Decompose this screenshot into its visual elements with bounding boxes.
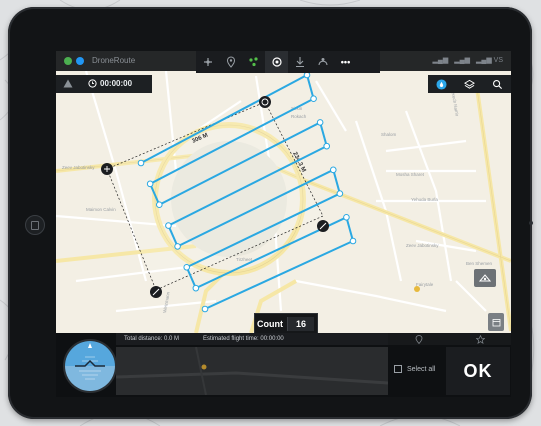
- select-all-checkbox[interactable]: Select all: [394, 365, 435, 373]
- signal-indicators: ▂▄▆ ▂▄▆ ▂▄▆ VS: [433, 56, 503, 64]
- ok-button[interactable]: OK: [446, 347, 510, 395]
- orbit-icon[interactable]: [311, 51, 334, 73]
- target-scan-icon[interactable]: [265, 51, 288, 73]
- waypoint-marker[interactable]: [323, 142, 331, 150]
- svg-text:Mosha Sharet: Mosha Sharet: [396, 172, 425, 177]
- waypoint-marker[interactable]: [310, 95, 317, 103]
- waypoint-marker[interactable]: [343, 213, 350, 221]
- svg-text:Zeev Jabotinsky: Zeev Jabotinsky: [62, 165, 95, 170]
- search-icon[interactable]: [492, 79, 503, 90]
- clock-icon: [88, 79, 97, 90]
- rotate-handle[interactable]: [259, 96, 271, 108]
- locate-drone-button[interactable]: [474, 269, 496, 287]
- water-drop-icon[interactable]: [436, 78, 447, 90]
- waypoint-pin-tab[interactable]: [388, 333, 450, 345]
- warning-icon[interactable]: [63, 79, 73, 90]
- map-view[interactable]: Zeev Jabotinsky Zeev Jabotinsky Ben Shem…: [56, 51, 511, 333]
- signal-1: ▂▄▆: [432, 57, 449, 64]
- map-tools: [428, 75, 511, 93]
- svg-text:Yehuda Burla: Yehuda Burla: [411, 197, 438, 202]
- waypoint-marker[interactable]: [329, 166, 337, 174]
- resize-handle-right[interactable]: [317, 220, 329, 232]
- svg-text:Shalom: Shalom: [381, 132, 397, 137]
- mission-toolbar: •••: [196, 51, 380, 73]
- signal-3: ▂▄▆ VS: [475, 57, 503, 64]
- timer-value: 00:00:00: [100, 79, 133, 88]
- home-button[interactable]: [25, 215, 45, 235]
- waypoint-cluster-icon[interactable]: [242, 51, 265, 73]
- checkbox-icon: [394, 365, 402, 373]
- svg-text:Maimon Calvin: Maimon Calvin: [86, 207, 116, 212]
- waypoint-marker[interactable]: [174, 243, 181, 250]
- calendar-icon: [492, 318, 500, 326]
- drone-locate-icon: [479, 274, 491, 282]
- waypoint-marker[interactable]: [165, 222, 172, 229]
- flight-time: Estimated flight time: 00:00:00: [203, 336, 284, 342]
- waypoint-marker[interactable]: [146, 180, 154, 188]
- camera-icon: [529, 221, 533, 225]
- calendar-button[interactable]: [488, 313, 504, 331]
- svg-text:Fairytale: Fairytale: [416, 282, 434, 287]
- pin-icon: [415, 334, 423, 344]
- svg-text:Tirzheet: Tirzheet: [236, 257, 253, 262]
- signal-2: ▂▄▆: [454, 57, 470, 64]
- waypoint-marker[interactable]: [303, 71, 311, 79]
- waypoint-marker[interactable]: [183, 263, 191, 271]
- waypoint-marker[interactable]: [336, 190, 344, 197]
- mini-map-preview: [115, 346, 389, 396]
- waypoint-marker[interactable]: [201, 305, 209, 313]
- bottom-panel: Total distance: 0.0 M Estimated flight t…: [56, 333, 511, 397]
- count-label: Count: [257, 319, 283, 329]
- scale-handle[interactable]: [101, 163, 113, 175]
- waypoint-marker[interactable]: [316, 119, 324, 126]
- more-icon[interactable]: •••: [334, 51, 357, 73]
- layers-icon[interactable]: [464, 79, 475, 90]
- mission-stats: Total distance: 0.0 M Estimated flight t…: [115, 333, 389, 397]
- star-icon: [475, 334, 485, 344]
- location-pin-icon[interactable]: [219, 51, 242, 73]
- svg-text:Zeev Jabotinsky: Zeev Jabotinsky: [406, 243, 439, 248]
- svg-text:Ben Shemen: Ben Shemen: [466, 261, 493, 266]
- count-value[interactable]: 16: [287, 317, 314, 331]
- waypoint-count: Count 16: [254, 313, 318, 335]
- drone-icon[interactable]: [196, 51, 219, 73]
- select-all-label: Select all: [407, 365, 436, 373]
- landing-icon[interactable]: [288, 51, 311, 73]
- app-screen: Zeev Jabotinsky Zeev Jabotinsky Ben Shem…: [56, 51, 511, 397]
- resize-handle-bottom[interactable]: [150, 286, 162, 298]
- svg-text:Rokach: Rokach: [291, 114, 307, 119]
- waypoint-marker[interactable]: [137, 159, 145, 167]
- link-status-icon: [76, 57, 84, 65]
- status-bar: DroneRoute ••• ▂▄▆ ▂▄▆ ▂▄▆ VS: [56, 51, 511, 73]
- total-distance: Total distance: 0.0 M: [124, 336, 180, 342]
- waypoint-marker[interactable]: [155, 201, 163, 209]
- attitude-indicator: [63, 339, 117, 393]
- tablet-frame: Zeev Jabotinsky Zeev Jabotinsky Ben Shem…: [8, 7, 533, 419]
- waypoint-marker[interactable]: [192, 284, 200, 292]
- waypoint-actions: Select all OK: [388, 333, 511, 397]
- waypoint-marker[interactable]: [349, 237, 357, 245]
- gps-status-icon: [64, 57, 72, 65]
- app-name: DroneRoute: [92, 56, 136, 65]
- flight-timer: 00:00:00: [56, 75, 152, 93]
- favorites-tab[interactable]: [450, 333, 512, 345]
